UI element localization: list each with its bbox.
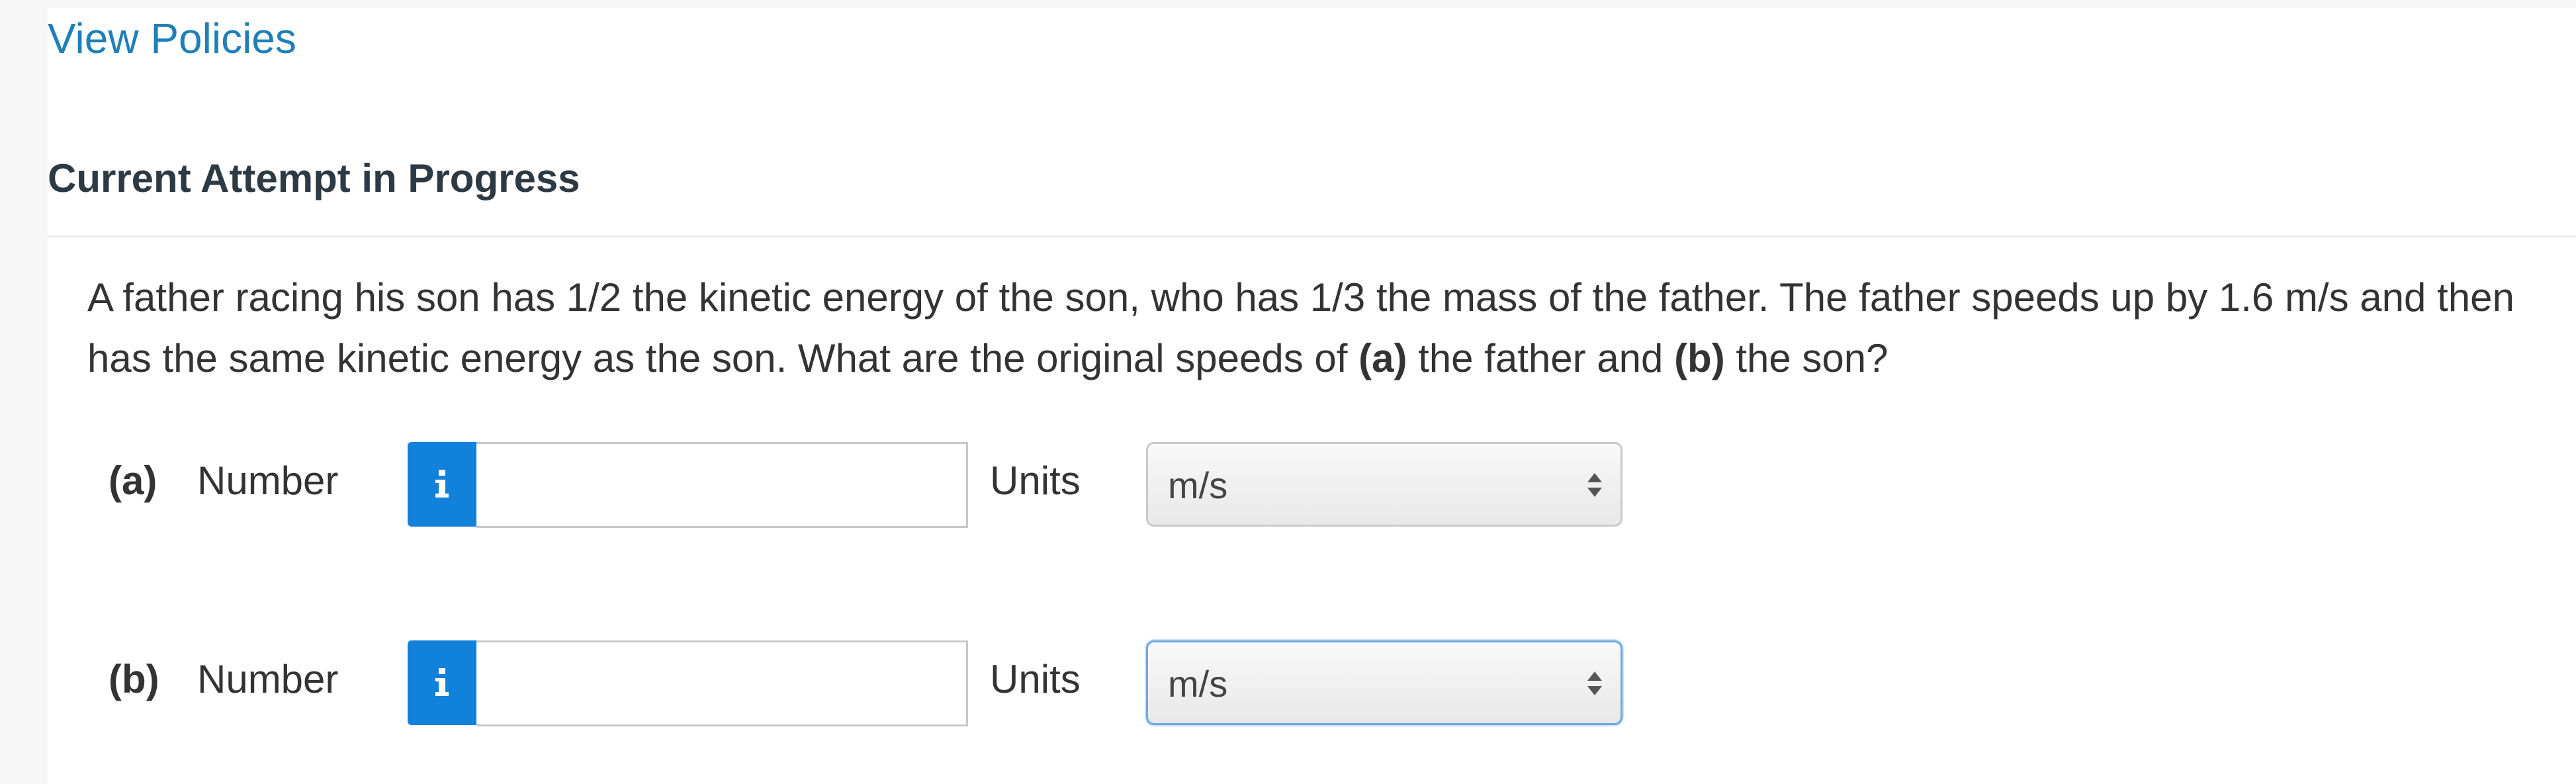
divider (48, 236, 2576, 237)
select-arrows-icon (1587, 473, 1602, 497)
info-icon (435, 470, 449, 498)
number-input-a[interactable] (476, 442, 968, 528)
number-input-b[interactable] (476, 640, 968, 726)
units-select-a[interactable]: m/s (1146, 442, 1622, 527)
units-selected-value-a: m/s (1168, 464, 1228, 506)
question-part-a-marker: (a) (1358, 336, 1407, 380)
number-label-a: Number (197, 458, 339, 503)
section-title: Current Attempt in Progress (48, 156, 580, 200)
info-icon (435, 668, 449, 696)
answer-row-b: (b) Number Units m/s (48, 634, 1702, 726)
part-label-b: (b) (109, 657, 159, 701)
answer-row-a: (a) Number Units m/s (48, 435, 1702, 528)
question-text: A father racing his son has 1/2 the kine… (87, 267, 2536, 389)
units-select-b[interactable]: m/s (1146, 640, 1622, 725)
question-part-b-marker: (b) (1674, 336, 1725, 380)
units-label-a: Units (990, 458, 1081, 503)
content-panel: View Policies Current Attempt in Progres… (48, 8, 2576, 784)
select-arrows-icon (1587, 672, 1602, 695)
number-label-b: Number (197, 657, 339, 701)
info-button-a[interactable] (408, 442, 476, 527)
question-text-part2: the father and (1407, 336, 1675, 380)
question-text-part1: A father racing his son has 1/2 the kine… (87, 275, 2514, 380)
info-button-b[interactable] (408, 640, 476, 725)
view-policies-link[interactable]: View Policies (48, 13, 296, 64)
units-label-b: Units (990, 657, 1081, 701)
units-selected-value-b: m/s (1168, 663, 1228, 705)
part-label-a: (a) (109, 458, 157, 503)
question-text-part3: the son? (1724, 336, 1888, 380)
